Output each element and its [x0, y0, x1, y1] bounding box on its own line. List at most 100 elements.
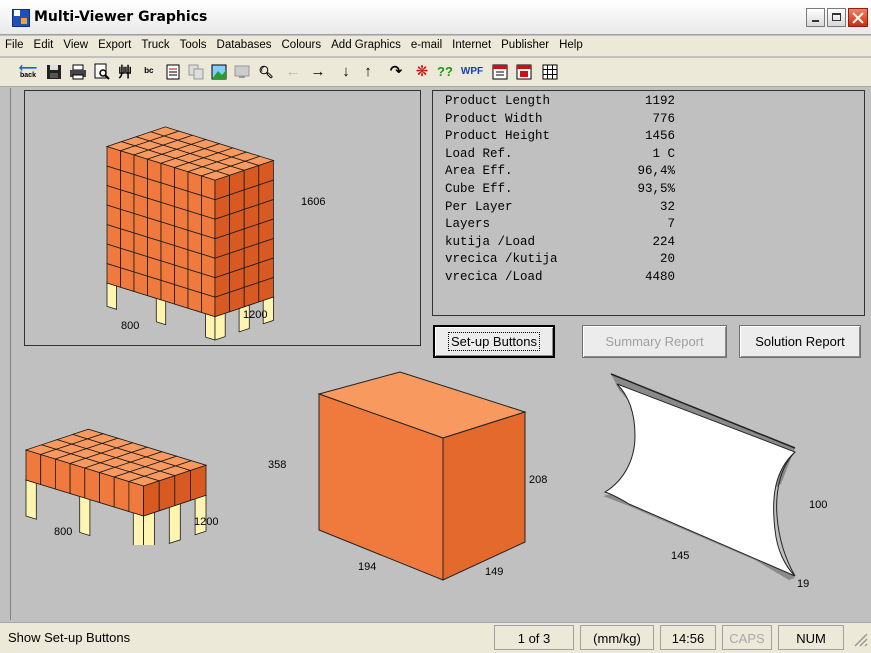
menu-file[interactable]: File — [0, 36, 29, 56]
info-value: 96,4% — [637, 164, 675, 179]
save-icon[interactable] — [44, 62, 64, 82]
report-icon[interactable] — [514, 62, 534, 82]
case-length-label: 149 — [485, 566, 504, 578]
bag-graphic[interactable] — [595, 370, 815, 585]
menu-view[interactable]: View — [58, 36, 93, 56]
menu-databases[interactable]: Databases — [212, 36, 277, 56]
status-num: NUM — [778, 625, 844, 650]
left-border — [10, 88, 11, 620]
pallet-width-label: 800 — [121, 320, 140, 332]
pallet-load-view[interactable]: 1606 800 1200 — [24, 90, 421, 346]
box-face — [25, 449, 42, 486]
zoom-icon[interactable]: 🔍︎ — [256, 62, 276, 82]
layer-length-label: 1200 — [194, 516, 219, 528]
status-message: Show Set-up Buttons — [2, 625, 488, 650]
arrange-icon[interactable]: ⾋ — [115, 62, 135, 82]
print-preview-icon[interactable] — [92, 62, 112, 82]
case-graphic[interactable] — [315, 370, 530, 585]
setup-buttons-button[interactable]: Set-up Buttons — [433, 325, 555, 358]
box-face — [158, 475, 176, 512]
wpf-icon[interactable]: WPF — [460, 62, 484, 82]
product-info-panel: Product Length 1192 Product Width 776 Produc… — [432, 90, 865, 316]
menu-add-graphics[interactable]: Add Graphics — [326, 36, 406, 56]
pallet-block — [155, 297, 167, 326]
pallet-block — [214, 312, 226, 341]
menu-tools[interactable]: Tools — [175, 36, 212, 56]
status-bar: Show Set-up Buttons 1 of 3 (mm/kg) 14:56… — [0, 622, 871, 653]
text-icon[interactable]: ᵇᶜ — [139, 62, 159, 82]
minimize-button[interactable] — [806, 8, 825, 27]
cape-app-icon[interactable] — [12, 9, 30, 27]
summary-report-button: Summary Report — [582, 325, 727, 358]
box-face — [55, 458, 71, 495]
up-arrow-icon[interactable]: ↑ — [358, 62, 378, 82]
box-face — [84, 467, 100, 504]
info-value: 4480 — [644, 270, 675, 284]
monitor-icon — [232, 62, 252, 82]
back-label: back — [20, 72, 36, 79]
down-arrow-icon[interactable]: ↓ — [336, 62, 356, 82]
menu-email[interactable]: e-mail — [406, 36, 447, 56]
menu-export[interactable]: Export — [93, 36, 136, 56]
close-button[interactable] — [848, 8, 868, 27]
pallet-length-label: 1200 — [243, 309, 268, 321]
pallet-block — [143, 511, 155, 545]
menu-internet[interactable]: Internet — [447, 36, 496, 56]
layer-graphic[interactable] — [20, 405, 290, 545]
pallet-block — [168, 503, 181, 544]
box-face — [113, 476, 130, 513]
layer-height-label: 358 — [268, 459, 287, 471]
info-value: 7 — [667, 217, 675, 232]
bag-height-label: 100 — [809, 499, 828, 511]
help-icon[interactable]: ?? — [432, 62, 458, 82]
menu-colours[interactable]: Colours — [277, 36, 327, 56]
maximize-button[interactable] — [827, 8, 846, 27]
info-value: 1456 — [644, 129, 675, 144]
menu-edit[interactable]: Edit — [29, 36, 59, 56]
solution-report-button[interactable]: Solution Report — [739, 325, 861, 358]
copy-icon — [186, 62, 206, 82]
status-units: (mm/kg) — [580, 625, 654, 650]
info-value: 224 — [652, 234, 675, 249]
right-arrow-icon[interactable]: → — [308, 62, 328, 82]
info-value: 1192 — [644, 94, 675, 108]
back-arrow-icon[interactable]: ⟵ back — [18, 61, 38, 82]
status-caps: CAPS — [722, 625, 772, 650]
box-face — [143, 480, 160, 517]
pallet-block — [205, 313, 216, 341]
rotate-icon[interactable]: ↷ — [386, 62, 406, 82]
info-value: 776 — [652, 111, 675, 126]
toolbar: ⟵ back ⾋ ᵇᶜ 🔍︎ ← → ↓ ↑ ↷ ❋ ?? WPF — [0, 58, 871, 87]
box-face — [128, 480, 144, 517]
window-title: Multi-Viewer Graphics — [34, 9, 208, 25]
pallet-height-label: 1606 — [301, 196, 326, 208]
bag-length-label: 145 — [671, 550, 690, 562]
pallet-block — [79, 495, 91, 537]
info-value: 32 — [659, 199, 675, 214]
pallet-block — [194, 494, 207, 536]
settings-icon[interactable]: ❋ — [412, 62, 432, 82]
notes-icon[interactable] — [163, 62, 183, 82]
case-height-label: 208 — [529, 474, 548, 486]
menu-help[interactable]: Help — [554, 36, 588, 56]
info-value: 93,5% — [637, 182, 675, 196]
menu-truck[interactable]: Truck — [136, 36, 174, 56]
box-face — [174, 469, 191, 507]
box-face — [40, 453, 56, 490]
menu-publisher[interactable]: Publisher — [496, 36, 554, 56]
title-bar: Multi-Viewer Graphics — [0, 0, 871, 35]
layer-width-label: 800 — [54, 526, 73, 538]
menu-bar: File Edit View Export Truck Tools Databases Col… — [0, 36, 871, 56]
picture-icon[interactable] — [209, 62, 229, 82]
box-face — [69, 462, 86, 499]
pallet-block — [106, 282, 117, 310]
print-icon[interactable] — [68, 62, 88, 82]
case-side-face — [442, 411, 526, 581]
bag-thickness-label: 19 — [797, 578, 810, 590]
resize-grip-icon[interactable] — [850, 629, 868, 647]
pdf-icon[interactable] — [490, 62, 510, 82]
pallet-load-graphic — [105, 126, 275, 341]
box-face — [189, 464, 207, 501]
grid-icon[interactable] — [540, 62, 560, 82]
case-width-label: 194 — [358, 561, 377, 573]
